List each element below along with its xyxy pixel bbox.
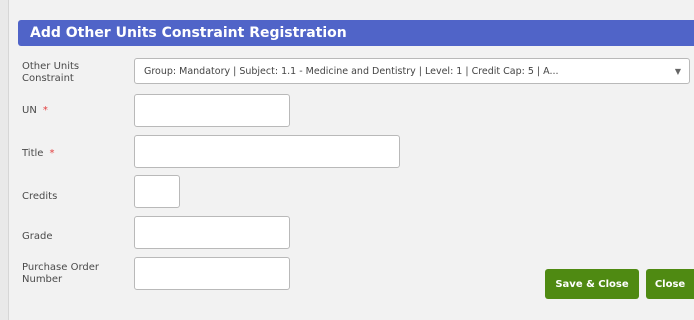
close-button[interactable]: Close — [646, 269, 694, 299]
left-panel-edge — [0, 0, 9, 320]
other-units-constraint-select[interactable]: Group: Mandatory | Subject: 1.1 - Medici… — [134, 58, 690, 84]
required-marker: * — [49, 148, 55, 159]
purchase-order-number-input[interactable] — [134, 257, 290, 290]
credits-label: Credits — [22, 191, 58, 202]
un-label-text: UN — [22, 105, 37, 116]
dialog-header: Add Other Units Constraint Registration — [18, 20, 694, 46]
un-input[interactable] — [134, 94, 290, 127]
chevron-down-icon[interactable]: ▼ — [667, 67, 689, 76]
title-input[interactable] — [134, 135, 400, 168]
credits-input[interactable] — [134, 175, 180, 208]
title-label-text: Title — [22, 148, 44, 159]
required-marker: * — [42, 105, 48, 116]
purchase-order-number-label: Purchase Order Number — [22, 262, 100, 285]
title-label: Title * — [22, 148, 54, 160]
save-close-button[interactable]: Save & Close — [545, 269, 639, 299]
dialog-title: Add Other Units Constraint Registration — [30, 25, 347, 41]
other-units-constraint-label: Other Units Constraint — [22, 61, 80, 84]
un-label: UN * — [22, 105, 48, 117]
grade-label: Grade — [22, 231, 53, 242]
other-units-constraint-value: Group: Mandatory | Subject: 1.1 - Medici… — [144, 65, 559, 77]
grade-input[interactable] — [134, 216, 290, 249]
